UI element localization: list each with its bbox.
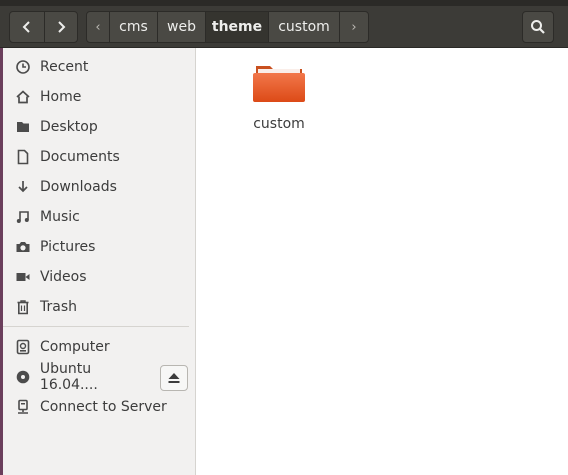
eject-icon (168, 373, 180, 383)
sidebar-item-recent[interactable]: Recent (3, 52, 189, 82)
sidebar-item-desktop[interactable]: Desktop (3, 112, 189, 142)
breadcrumb-cms[interactable]: cms (109, 11, 158, 43)
sidebar-item-label: Videos (40, 269, 87, 285)
eject-button[interactable] (160, 365, 188, 391)
server-icon (12, 399, 34, 415)
small-chevron-right-icon: › (351, 19, 357, 35)
sidebar-item-label: Downloads (40, 179, 117, 195)
search-button[interactable] (522, 11, 554, 43)
chevron-left-icon (22, 21, 30, 33)
file-view: custom (196, 48, 568, 475)
forward-button[interactable] (44, 11, 78, 43)
sidebar-item-pictures[interactable]: Pictures (3, 232, 189, 262)
breadcrumb-custom[interactable]: custom (268, 11, 340, 43)
sidebar-item-ubuntu-disc[interactable]: Ubuntu 16.04.... (3, 361, 153, 393)
sidebar-item-label: Trash (40, 299, 77, 315)
breadcrumb-scroll-right-button[interactable]: › (339, 11, 369, 43)
file-manager-window: ‹ cms web theme custom › Recent Home Des… (0, 0, 568, 475)
breadcrumb-label: cms (119, 19, 148, 35)
sidebar-item-connect-to-server[interactable]: Connect to Server (3, 392, 189, 422)
small-chevron-left-icon: ‹ (95, 19, 101, 35)
sidebar-item-home[interactable]: Home (3, 82, 189, 112)
sidebar-item-label: Ubuntu 16.04.... (39, 361, 98, 393)
sidebar-item-trash[interactable]: Trash (3, 292, 189, 322)
video-icon (12, 269, 34, 285)
hard-drive-icon (12, 339, 34, 355)
sidebar-item-downloads[interactable]: Downloads (3, 172, 189, 202)
back-button[interactable] (9, 11, 45, 43)
sidebar-item-videos[interactable]: Videos (3, 262, 189, 292)
clock-icon (12, 59, 34, 75)
music-note-icon (12, 209, 34, 225)
home-icon (12, 89, 34, 105)
download-arrow-icon (12, 179, 34, 195)
sidebar-item-label: Connect to Server (40, 399, 167, 415)
sidebar-item-label: Computer (40, 339, 110, 355)
breadcrumb-scroll-left-button[interactable]: ‹ (86, 11, 110, 43)
folder-label: custom (253, 116, 305, 132)
sidebar-item-music[interactable]: Music (3, 202, 189, 232)
sidebar-item-label: Recent (40, 59, 89, 75)
sidebar-item-label: Pictures (40, 239, 96, 255)
desktop-folder-icon (12, 119, 34, 135)
camera-icon (12, 239, 34, 255)
folder-icon (253, 66, 305, 102)
document-icon (12, 149, 34, 165)
sidebar-item-computer[interactable]: Computer (3, 332, 189, 362)
sidebar-item-documents[interactable]: Documents (3, 142, 189, 172)
sidebar-separator (3, 326, 189, 327)
folder-item[interactable]: custom (246, 60, 312, 132)
sidebar-item-label: Music (40, 209, 80, 225)
breadcrumb-label: theme (211, 19, 263, 35)
sidebar-item-label: Desktop (40, 119, 98, 135)
breadcrumb-label: custom (278, 19, 330, 35)
breadcrumb-theme[interactable]: theme (205, 11, 269, 43)
breadcrumb-label: web (167, 19, 196, 35)
sidebar-item-label: Documents (40, 149, 120, 165)
chevron-right-icon (58, 21, 66, 33)
trash-icon (12, 299, 34, 315)
sidebar-item-label: Home (40, 89, 82, 105)
search-icon (531, 20, 545, 34)
header-toolbar: ‹ cms web theme custom › (0, 6, 568, 48)
breadcrumb-web[interactable]: web (157, 11, 206, 43)
disc-icon (12, 369, 34, 385)
